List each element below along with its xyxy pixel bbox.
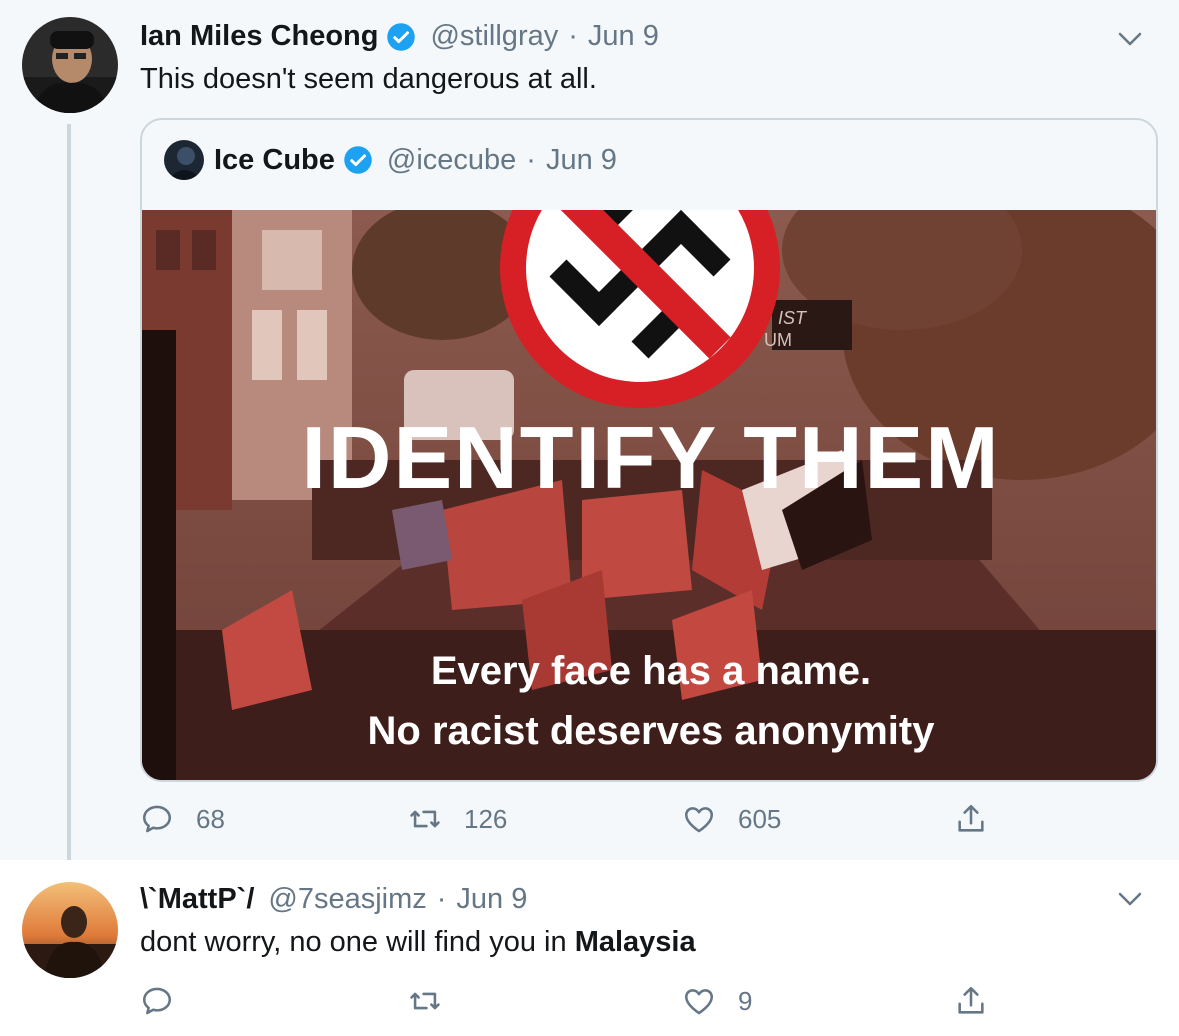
quoted-tweet-date[interactable]: Jun 9 xyxy=(546,144,617,177)
tweet-header: Ian Miles Cheong @stillgray · Jun 9 xyxy=(140,20,659,53)
background-sign-text-2: UM xyxy=(764,330,792,350)
verified-badge-icon xyxy=(343,145,373,175)
tweet-mattp[interactable]: \`MattP`/ @7seasjimz · Jun 9 dont worry,… xyxy=(0,860,1179,1036)
like-count: 9 xyxy=(738,985,753,1016)
like-count: 605 xyxy=(738,803,782,834)
tweet-text-plain: dont worry, no one will find you in xyxy=(140,926,575,958)
tweet-ian-miles-cheong[interactable]: Ian Miles Cheong @stillgray · Jun 9 This… xyxy=(0,0,1179,869)
avatar[interactable] xyxy=(22,17,118,113)
tweet-text-bold: Malaysia xyxy=(574,926,696,958)
like-button[interactable]: 605 xyxy=(682,802,781,836)
chevron-down-icon[interactable] xyxy=(1115,884,1145,914)
heart-icon xyxy=(682,984,716,1018)
verified-badge-icon xyxy=(386,22,416,52)
chevron-down-icon[interactable] xyxy=(1115,24,1145,54)
separator-dot: · xyxy=(436,883,447,915)
reply-button[interactable] xyxy=(140,984,196,1018)
retweet-button[interactable]: 126 xyxy=(408,802,507,836)
tweet-text: This doesn't seem dangerous at all. xyxy=(140,63,597,95)
tweet-header: \`MattP`/ @7seasjimz · Jun 9 xyxy=(140,883,527,916)
reply-count: 68 xyxy=(196,803,225,834)
avatar[interactable] xyxy=(22,882,118,978)
image-line-1: Every face has a name. xyxy=(431,649,871,693)
image-line-2: No racist deserves anonymity xyxy=(368,709,936,753)
heart-icon xyxy=(682,802,716,836)
image-headline: IDENTIFY THEM xyxy=(301,408,1000,507)
quoted-tweet[interactable]: Ice Cube @icecube · Jun 9 IST UM IDENTIF… xyxy=(140,118,1158,782)
retweet-button[interactable] xyxy=(408,984,464,1018)
background-sign-text: IST xyxy=(778,308,808,328)
reply-icon xyxy=(140,984,174,1018)
reply-button[interactable]: 68 xyxy=(140,802,225,836)
share-button[interactable] xyxy=(954,984,988,1018)
avatar-image xyxy=(22,882,118,978)
share-button[interactable] xyxy=(954,802,988,836)
avatar-image xyxy=(22,17,118,113)
retweet-icon xyxy=(408,802,442,836)
tweet-date[interactable]: Jun 9 xyxy=(588,20,659,53)
author-name[interactable]: Ian Miles Cheong xyxy=(140,20,378,53)
separator-dot: · xyxy=(568,20,578,52)
quoted-avatar xyxy=(164,140,204,180)
quoted-author-handle[interactable]: @icecube xyxy=(387,144,516,177)
tweet-actions: 68 126 605 xyxy=(140,802,1140,842)
retweet-icon xyxy=(408,984,442,1018)
thread-connector-line xyxy=(67,124,71,869)
author-handle[interactable]: @stillgray xyxy=(430,20,558,53)
tweet-text: dont worry, no one will find you in Mala… xyxy=(140,926,696,959)
author-handle[interactable]: @7seasjimz xyxy=(268,883,426,916)
retweet-count: 126 xyxy=(464,803,508,834)
protest-photo: IST UM IDENTIFY THEM Every face has a na… xyxy=(142,210,1156,780)
share-icon xyxy=(954,802,988,836)
separator-dot: · xyxy=(526,143,536,176)
author-name[interactable]: \`MattP`/ xyxy=(140,883,254,916)
share-icon xyxy=(954,984,988,1018)
quoted-tweet-image[interactable]: IST UM IDENTIFY THEM Every face has a na… xyxy=(142,210,1156,780)
quoted-tweet-header: Ice Cube @icecube · Jun 9 xyxy=(164,140,617,180)
quoted-author-name[interactable]: Ice Cube xyxy=(214,144,335,177)
tweet-date[interactable]: Jun 9 xyxy=(456,883,527,916)
like-button[interactable]: 9 xyxy=(682,984,752,1018)
tweet-actions: 9 xyxy=(140,984,1140,1024)
reply-icon xyxy=(140,802,174,836)
